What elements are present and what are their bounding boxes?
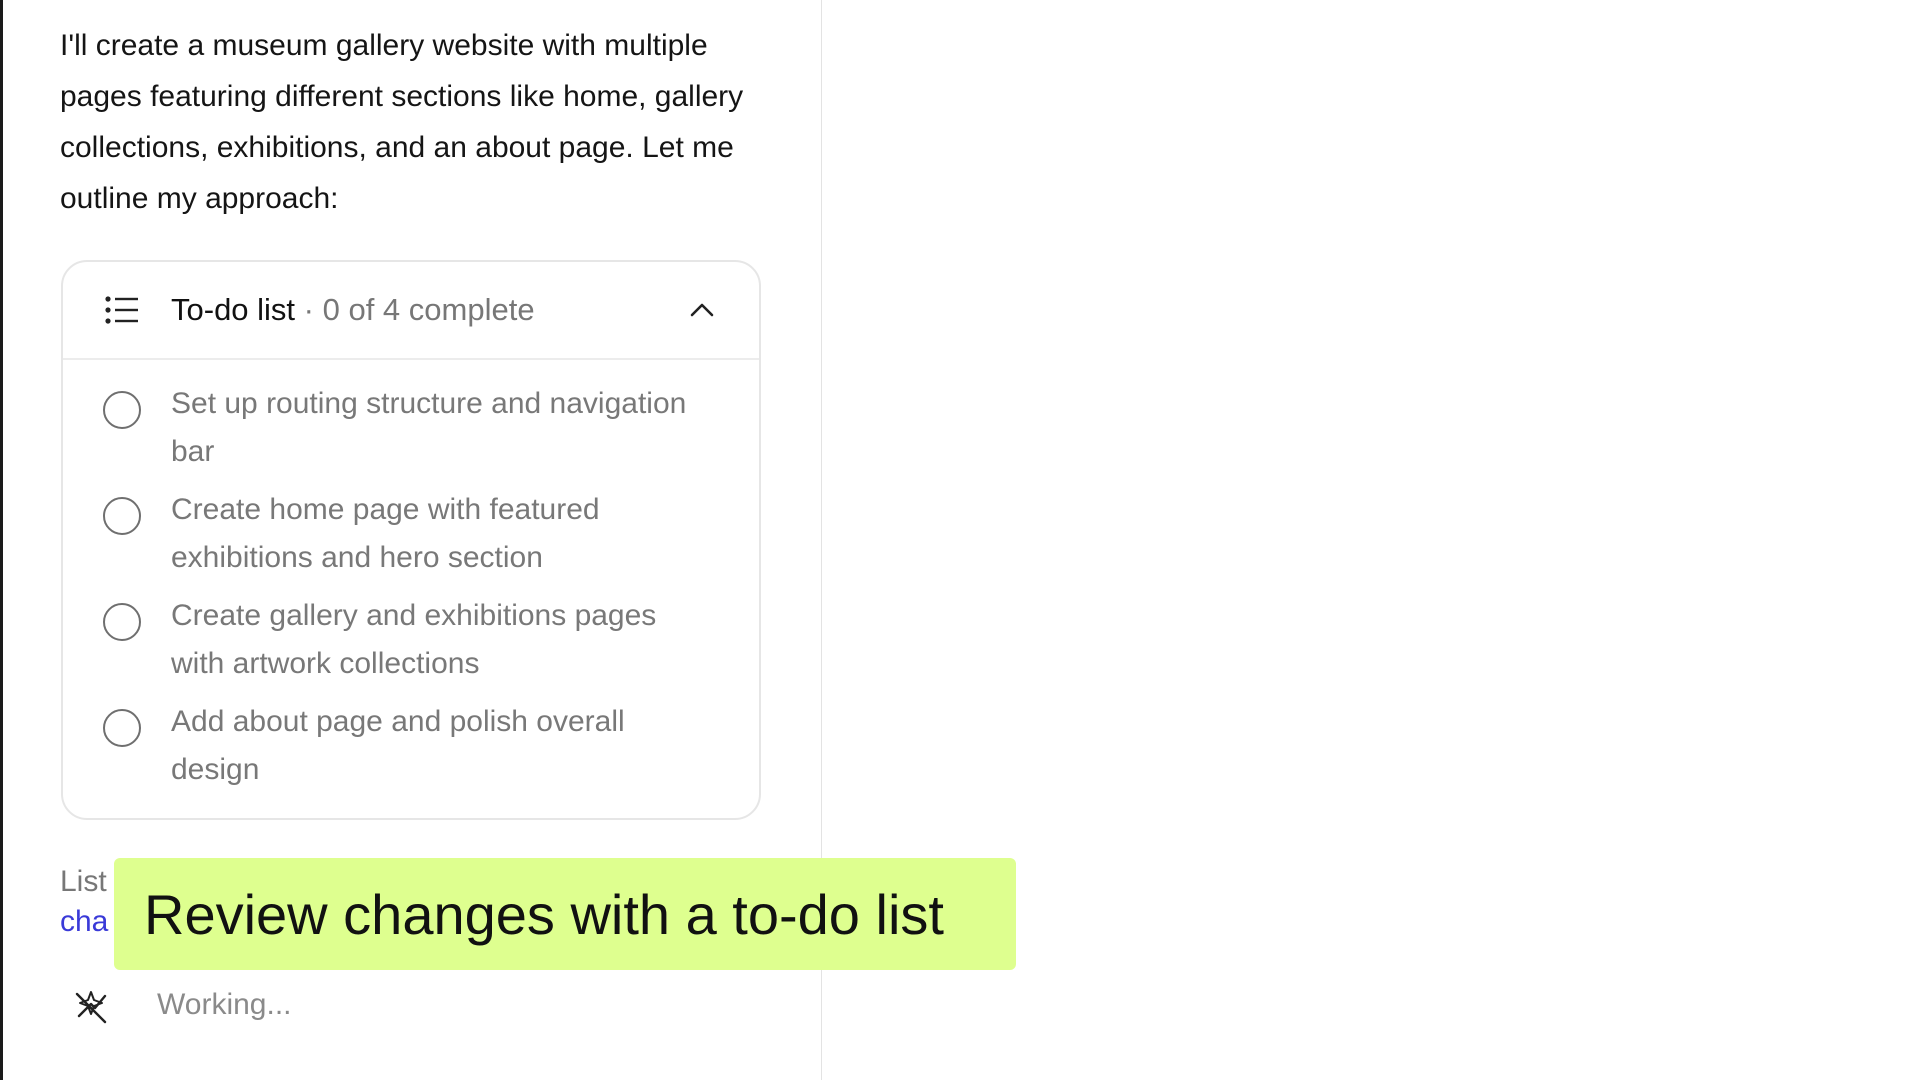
chevron-up-icon[interactable] <box>689 298 715 322</box>
todo-item: Set up routing structure and navigation … <box>63 380 759 486</box>
todo-title-separator: · <box>295 292 323 327</box>
working-status: Working... <box>157 988 292 1021</box>
todo-checkbox[interactable] <box>103 709 141 747</box>
assistant-message: I'll create a museum gallery website wit… <box>60 29 744 215</box>
todo-list: Set up routing structure and navigation … <box>63 380 759 804</box>
partial-message-text: List <box>60 865 107 898</box>
todo-item-label: Create gallery and exhibitions pages wit… <box>171 599 657 680</box>
todo-checkbox[interactable] <box>103 391 141 429</box>
todo-header[interactable]: To-do list · 0 of 4 complete <box>63 262 759 360</box>
todo-item-label: Set up routing structure and navigation … <box>171 387 687 468</box>
working-icon <box>75 991 107 1024</box>
todo-title-label: To-do list <box>171 292 296 327</box>
todo-checkbox[interactable] <box>103 497 141 535</box>
todo-item: Create gallery and exhibitions pages wit… <box>63 592 759 698</box>
todo-title: To-do list · 0 of 4 complete <box>171 288 535 332</box>
todo-checkbox[interactable] <box>103 603 141 641</box>
app-stage: I'll create a museum gallery website wit… <box>0 0 1920 1080</box>
list-icon <box>105 296 138 324</box>
caption-banner: Review changes with a to-do list <box>114 858 1016 970</box>
todo-item-label: Add about page and polish overall design <box>171 705 625 786</box>
changes-link[interactable]: cha <box>60 902 108 942</box>
todo-progress: 0 of 4 complete <box>322 292 535 327</box>
todo-card: To-do list · 0 of 4 complete Set up rout… <box>61 260 761 820</box>
todo-item: Create home page with featured exhibitio… <box>63 486 759 592</box>
todo-item-label: Create home page with featured exhibitio… <box>171 493 600 574</box>
todo-item: Add about page and polish overall design <box>63 698 759 804</box>
